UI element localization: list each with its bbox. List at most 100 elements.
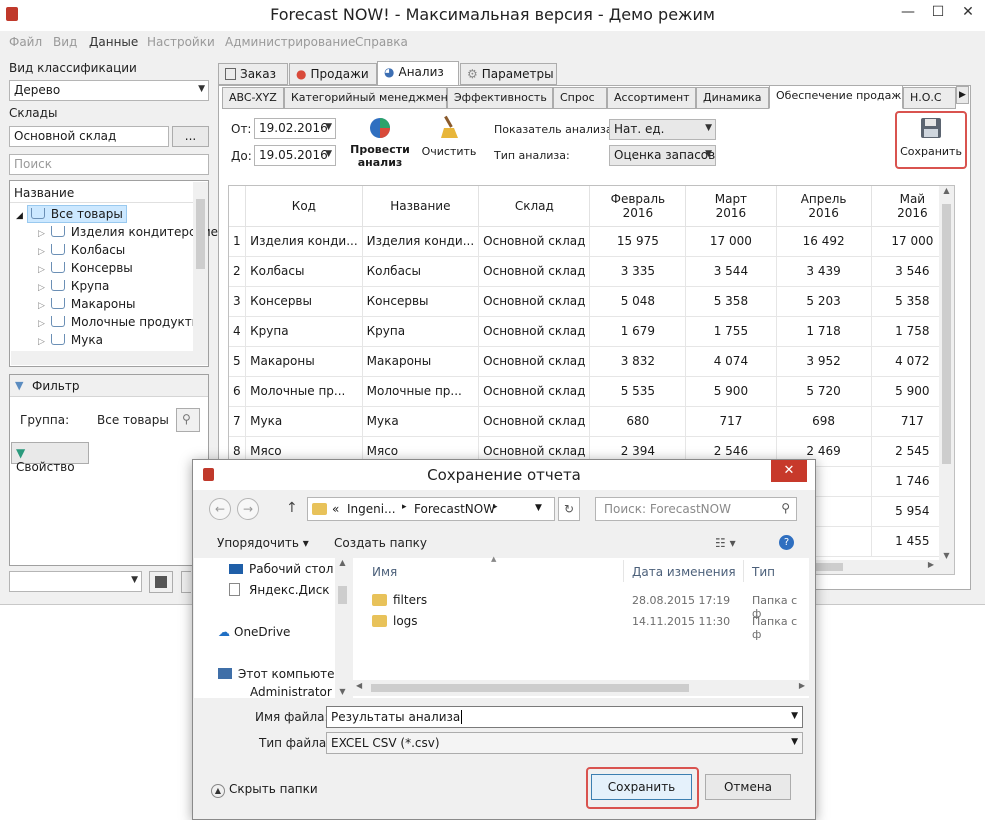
dialog-search-input[interactable]: Поиск: ForecastNOW ⚲ (595, 497, 797, 521)
address-bar[interactable]: « Ingeni... ▸ ForecastNOW ▸ ▼ (307, 497, 555, 521)
hide-folders-toggle[interactable]: ▲ Скрыть папки (211, 782, 318, 798)
layout-select[interactable]: ▼ (9, 571, 142, 592)
table-row[interactable]: 2 Колбасы Колбасы Основной склад 3 335 3 544 3… (229, 256, 954, 287)
nav-scrollbar[interactable]: ▲ ▼ (335, 558, 350, 698)
scroll-up-icon[interactable]: ▲ (939, 186, 954, 195)
table-row[interactable]: 5 Макароны Макароны Основной склад 3 832 4 07… (229, 346, 954, 377)
menu-help[interactable]: Справка (355, 35, 408, 49)
table-row[interactable]: 7 Мука Мука Основной склад 680 717 698 717 (229, 406, 954, 437)
path-segment[interactable]: Ingeni... (347, 502, 396, 516)
nav-item-desktop[interactable]: Рабочий стол (229, 562, 333, 576)
scroll-up-icon[interactable]: ▲ (335, 558, 350, 567)
dialog-save-button[interactable]: Сохранить (591, 774, 692, 800)
subtab-assortment[interactable]: Ассортимент (607, 87, 696, 109)
scroll-left-icon[interactable]: ◀ (356, 681, 362, 690)
path-overflow[interactable]: « (332, 502, 339, 516)
tab-scroll-right[interactable]: ▶ (956, 86, 969, 104)
nav-item-yandex-disk[interactable]: Яндекс.Диск (229, 583, 330, 597)
tab-analysis[interactable]: ◕ Анализ (377, 61, 459, 86)
tree-item[interactable]: ▷ Крупа (38, 279, 109, 297)
from-date-picker[interactable]: 19.02.2016 ▼ (254, 118, 336, 139)
subtab-category-management[interactable]: Категорийный менеджмент (284, 87, 454, 109)
table-row[interactable]: 6 Молочные пр... Молочные пр... Основной ск… (229, 376, 954, 407)
menu-view[interactable]: Вид (53, 35, 77, 49)
view-options-icon[interactable]: ☷ ▾ (715, 536, 736, 550)
grid-vscroll-thumb[interactable] (942, 204, 951, 464)
tab-parameters[interactable]: ⚙ Параметры (460, 63, 557, 85)
layout-save-button[interactable] (149, 571, 173, 593)
forward-button[interactable]: → (237, 498, 259, 520)
tab-order[interactable]: Заказ (218, 63, 288, 85)
tree-item-all[interactable]: ◢ Все товары (16, 205, 127, 223)
column-name[interactable]: Имя (372, 565, 397, 579)
new-folder-button[interactable]: Создать папку (334, 536, 427, 550)
warehouse-field[interactable]: Основной склад (9, 126, 169, 147)
path-segment[interactable]: ForecastNOW (414, 502, 495, 516)
column-header[interactable]: Склад (478, 186, 591, 227)
tree-item[interactable]: ▷ Консервы (38, 261, 133, 279)
property-button[interactable]: ▼ Свойство (11, 442, 89, 474)
scroll-down-icon[interactable]: ▼ (335, 687, 350, 696)
up-button[interactable]: ↑ (286, 500, 298, 516)
organize-menu[interactable]: Упорядочить ▾ (217, 536, 309, 550)
search-input[interactable]: Поиск (9, 154, 209, 175)
grid-vscrollbar[interactable]: ▲ ▼ (939, 186, 954, 560)
tree-item[interactable]: ▷ Изделия кондитерские (38, 225, 218, 243)
filename-input[interactable]: Результаты анализа ▼ (326, 706, 803, 728)
subtab-abc-xyz[interactable]: ABC-XYZ (222, 87, 284, 109)
indicator-select[interactable]: Нат. ед. ▼ (609, 119, 716, 140)
scroll-right-icon[interactable]: ▶ (799, 681, 805, 690)
file-list-hscroll-thumb[interactable] (371, 684, 689, 692)
column-type[interactable]: Тип (752, 565, 775, 579)
file-list-hscrollbar[interactable]: ◀ ▶ (353, 680, 809, 696)
column-header[interactable]: Февраль 2016 (589, 186, 687, 227)
chevron-down-icon[interactable]: ▼ (535, 503, 542, 513)
tab-sales[interactable]: ● Продажи (289, 63, 377, 85)
subtab-demand[interactable]: Спрос (553, 87, 607, 109)
maximize-button[interactable]: ☐ (923, 0, 953, 24)
layout-extra-button[interactable] (181, 571, 191, 593)
chevron-down-icon[interactable]: ▼ (791, 711, 798, 721)
group-search-button[interactable]: ⚲ (176, 408, 200, 432)
menu-data[interactable]: Данные (89, 35, 138, 49)
file-row-logs[interactable]: logs 14.11.2015 11:30 Папка с ф (372, 614, 802, 641)
tree-header[interactable]: Название (14, 186, 74, 200)
tree-hscrollbar[interactable] (11, 351, 193, 365)
column-date[interactable]: Дата изменения (632, 565, 736, 579)
scroll-right-icon[interactable]: ▶ (928, 560, 934, 569)
column-header[interactable]: Апрель 2016 (776, 186, 872, 227)
close-button[interactable]: ✕ (953, 0, 983, 24)
analysis-type-select[interactable]: Оценка запасов ▼ (609, 145, 716, 166)
table-row[interactable]: 3 Консервы Консервы Основной склад 5 048 5 35… (229, 286, 954, 317)
menu-settings[interactable]: Настройки (147, 35, 215, 49)
menu-admin[interactable]: Администрирование (225, 35, 355, 49)
nav-item-administrator[interactable]: Administrator (i (232, 685, 344, 697)
subtab-nos[interactable]: Н.О.С (903, 87, 956, 109)
scroll-down-icon[interactable]: ▼ (939, 551, 954, 560)
subtab-efficiency[interactable]: Эффективность (447, 87, 553, 109)
dialog-close-button[interactable]: ✕ (771, 460, 807, 482)
column-header[interactable]: Март 2016 (685, 186, 777, 227)
minimize-button[interactable]: — (893, 0, 923, 24)
warehouse-browse-button[interactable]: ... (172, 126, 209, 147)
dialog-cancel-button[interactable]: Отмена (705, 774, 791, 800)
nav-scroll-thumb[interactable] (338, 586, 347, 604)
help-icon[interactable]: ? (779, 535, 794, 550)
to-date-picker[interactable]: 19.05.2016 ▼ (254, 145, 336, 166)
column-header[interactable]: Код (245, 186, 363, 227)
tree-scroll-thumb[interactable] (196, 199, 205, 269)
tree-item[interactable]: ▷ Макароны (38, 297, 136, 315)
nav-item-onedrive[interactable]: ☁ OneDrive (218, 625, 290, 639)
nav-item-this-pc[interactable]: Этот компьютер (218, 667, 342, 681)
table-row[interactable]: 4 Крупа Крупа Основной склад 1 679 1 755 1 718… (229, 316, 954, 347)
save-report-button[interactable]: Сохранить (898, 114, 964, 166)
column-header[interactable]: Название (362, 186, 480, 227)
tree-item[interactable]: ▷ Молочные продукты (38, 315, 201, 333)
subtab-dynamics[interactable]: Динамика (696, 87, 769, 109)
tree-item[interactable]: ▷ Колбасы (38, 243, 125, 261)
classification-select[interactable]: Дерево ▼ (9, 80, 209, 101)
clear-button[interactable]: Очистить (420, 114, 478, 166)
table-row[interactable]: 1 Изделия конди... Изделия конди... Основно… (229, 226, 954, 257)
filetype-select[interactable]: EXCEL CSV (*.csv) ▼ (326, 732, 803, 754)
subtab-sales-coverage[interactable]: Обеспечение продаж (769, 85, 903, 109)
